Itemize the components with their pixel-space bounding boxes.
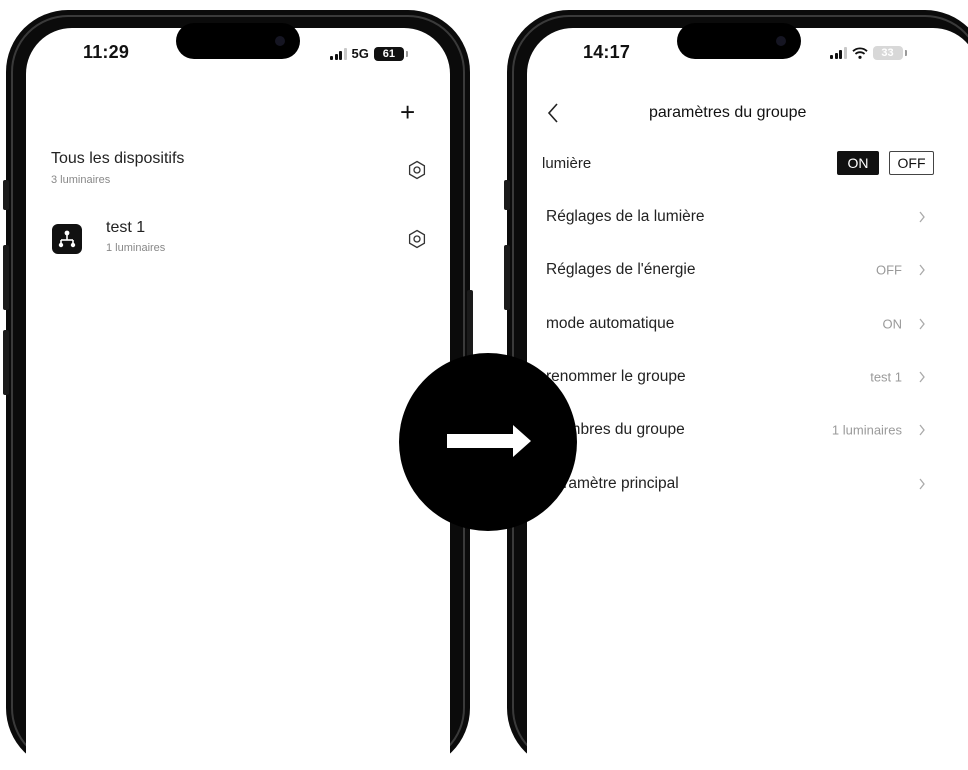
left-phone-volume-down	[3, 330, 9, 395]
right-status-time: 14:17	[583, 42, 631, 62]
right-status-indicators: 33	[830, 46, 907, 60]
right-phone-silent-switch	[504, 180, 510, 210]
right-arrow-icon	[447, 425, 531, 457]
left-phone-screen	[26, 28, 450, 770]
cellular-signal-icon	[830, 47, 847, 59]
settings-row-label: Réglages de l'énergie	[546, 260, 696, 278]
settings-row-label: mode automatique	[546, 314, 675, 332]
cellular-signal-icon	[330, 47, 347, 60]
network-type-label: 5G	[351, 46, 369, 61]
settings-row-rename-group[interactable]: renommer le groupe test 1	[530, 350, 940, 403]
gear-icon[interactable]	[407, 160, 427, 180]
settings-row-group-members[interactable]: membres du groupe 1 luminaires	[530, 403, 940, 456]
settings-row-energy-settings[interactable]: Réglages de l'énergie OFF	[530, 243, 940, 296]
chevron-right-icon	[919, 371, 925, 382]
left-dynamic-island	[176, 23, 300, 59]
chevron-right-icon	[919, 478, 925, 489]
light-label: lumière	[542, 155, 592, 172]
right-phone-volume-up	[504, 245, 510, 310]
light-off-button[interactable]: OFF	[889, 151, 934, 175]
settings-row-value: ON	[882, 316, 903, 331]
settings-row-value: test 1	[870, 369, 902, 384]
group-name[interactable]: test 1	[106, 219, 145, 237]
settings-row-label: Réglages de la lumière	[546, 207, 705, 225]
group-network-icon	[52, 224, 82, 254]
settings-row-auto-mode[interactable]: mode automatique ON	[530, 297, 940, 350]
left-phone-silent-switch	[3, 180, 9, 210]
left-status-time: 11:29	[83, 42, 130, 62]
group-subtitle: 1 luminaires	[106, 242, 166, 254]
all-devices-title[interactable]: Tous les dispositifs	[51, 150, 184, 168]
settings-row-value: OFF	[876, 262, 902, 277]
battery-icon: 33	[872, 46, 907, 60]
plus-icon[interactable]: +	[400, 99, 415, 125]
left-status-indicators: 5G 61	[330, 46, 408, 61]
left-phone-volume-up	[3, 245, 9, 310]
chevron-right-icon	[919, 264, 925, 275]
settings-row-light-settings[interactable]: Réglages de la lumière	[530, 190, 940, 243]
wifi-icon	[851, 47, 868, 59]
page-title: paramètres du groupe	[649, 104, 807, 121]
chevron-right-icon	[919, 424, 925, 435]
light-on-button[interactable]: ON	[837, 151, 879, 175]
all-devices-subtitle: 3 luminaires	[51, 174, 111, 186]
battery-icon: 61	[373, 46, 408, 61]
chevron-right-icon	[919, 211, 925, 222]
settings-row-main-settings[interactable]: paramètre principal	[530, 457, 940, 510]
chevron-right-icon	[919, 318, 925, 329]
settings-row-value: 1 luminaires	[831, 422, 902, 437]
transition-arrow-badge	[399, 353, 577, 531]
back-chevron-icon[interactable]	[546, 102, 560, 124]
gear-icon[interactable]	[407, 229, 427, 249]
right-dynamic-island	[677, 23, 801, 59]
